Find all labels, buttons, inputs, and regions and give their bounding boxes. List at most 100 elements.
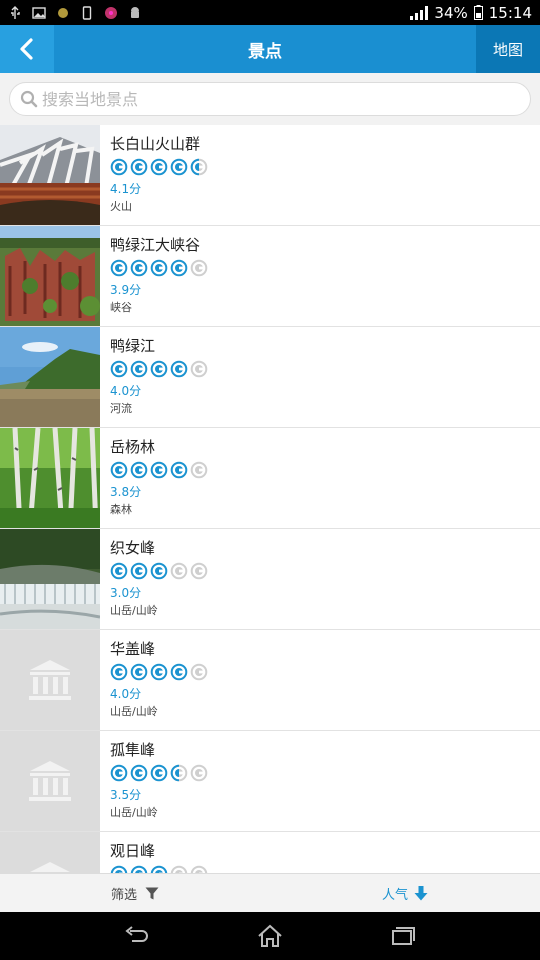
back-icon[interactable] bbox=[124, 926, 150, 946]
spot-rating bbox=[110, 461, 208, 480]
rating-empty-icon bbox=[190, 764, 208, 782]
notification-dot-icon bbox=[58, 7, 68, 18]
spot-category: 山岳/山岭 bbox=[110, 604, 158, 617]
rating-full-icon bbox=[110, 663, 128, 681]
funnel-icon bbox=[145, 887, 159, 899]
rating-full-icon bbox=[130, 360, 148, 378]
rating-full-icon bbox=[130, 562, 148, 580]
spot-list-item[interactable]: 孤隼峰 3.5分 山岳/山岭 bbox=[0, 731, 540, 832]
spot-score: 3.5分 bbox=[110, 788, 142, 802]
battery-icon bbox=[473, 5, 483, 20]
spot-score: 3.8分 bbox=[110, 485, 142, 499]
rating-full-icon bbox=[130, 663, 148, 681]
spot-thumbnail bbox=[0, 630, 100, 730]
spot-category: 山岳/山岭 bbox=[110, 705, 158, 718]
spot-info: 长白山火山群 4.1分 火山 bbox=[100, 125, 208, 225]
rating-full-icon bbox=[150, 360, 168, 378]
search-bar bbox=[0, 73, 540, 125]
spot-info: 鸭绿江 4.0分 河流 bbox=[100, 327, 208, 427]
spot-info: 鸭绿江大峡谷 3.9分 峡谷 bbox=[100, 226, 208, 326]
spot-list: 长白山火山群 4.1分 火山 鸭绿江大峡谷 3.9分 峡谷 鸭绿江 4.0分 河… bbox=[0, 125, 540, 873]
spot-rating bbox=[110, 158, 208, 177]
spot-score: 4.0分 bbox=[110, 384, 142, 398]
spot-thumbnail bbox=[0, 832, 100, 873]
battery-percent: 34% bbox=[434, 3, 468, 22]
system-nav-bar bbox=[0, 912, 540, 960]
signal-icon bbox=[410, 5, 429, 20]
spot-category: 山岳/山岭 bbox=[110, 806, 158, 819]
rating-empty-icon bbox=[190, 259, 208, 277]
spot-list-item[interactable]: 岳杨林 3.8分 森林 bbox=[0, 428, 540, 529]
spot-name: 观日峰 bbox=[110, 842, 156, 860]
rating-full-icon bbox=[110, 360, 128, 378]
back-button[interactable] bbox=[0, 25, 54, 73]
android-icon bbox=[131, 6, 139, 18]
map-button[interactable]: 地图 bbox=[476, 25, 540, 73]
search-input[interactable] bbox=[42, 89, 502, 109]
rating-full-icon bbox=[150, 158, 168, 176]
filter-button[interactable]: 筛选 bbox=[0, 884, 270, 903]
spot-category: 森林 bbox=[110, 503, 132, 516]
spot-list-item[interactable]: 鸭绿江大峡谷 3.9分 峡谷 bbox=[0, 226, 540, 327]
search-box[interactable] bbox=[9, 82, 531, 116]
rating-full-icon bbox=[110, 562, 128, 580]
spot-info: 孤隼峰 3.5分 山岳/山岭 bbox=[100, 731, 208, 831]
spot-rating bbox=[110, 360, 208, 379]
rating-empty-icon bbox=[170, 562, 188, 580]
rating-half-icon bbox=[170, 764, 188, 782]
spot-info: 织女峰 3.0分 山岳/山岭 bbox=[100, 529, 208, 629]
spot-rating bbox=[110, 865, 208, 873]
spot-score: 4.0分 bbox=[110, 687, 142, 701]
rating-full-icon bbox=[150, 259, 168, 277]
rating-full-icon bbox=[170, 360, 188, 378]
rating-full-icon bbox=[110, 764, 128, 782]
spot-list-item[interactable]: 观日峰 bbox=[0, 832, 540, 873]
status-bar: 34% 15:14 bbox=[0, 0, 540, 25]
sort-label: 人气 bbox=[381, 887, 408, 903]
spot-name: 鸭绿江 bbox=[110, 337, 156, 355]
spot-name: 鸭绿江大峡谷 bbox=[110, 236, 201, 254]
spot-list-item[interactable]: 鸭绿江 4.0分 河流 bbox=[0, 327, 540, 428]
image-icon bbox=[32, 6, 46, 19]
spot-list-item[interactable]: 华盖峰 4.0分 山岳/山岭 bbox=[0, 630, 540, 731]
rating-full-icon bbox=[130, 158, 148, 176]
spot-score: 3.0分 bbox=[110, 586, 142, 600]
spot-thumbnail bbox=[0, 529, 100, 629]
spot-list-item[interactable]: 织女峰 3.0分 山岳/山岭 bbox=[0, 529, 540, 630]
spot-thumbnail bbox=[0, 226, 100, 326]
rating-full-icon bbox=[110, 461, 128, 479]
rating-empty-icon bbox=[190, 865, 208, 873]
phone-icon bbox=[82, 5, 92, 20]
back-arrow-icon bbox=[20, 38, 33, 60]
app-header: 景点 地图 bbox=[0, 25, 540, 73]
spot-rating bbox=[110, 663, 208, 682]
rating-full-icon bbox=[170, 158, 188, 176]
rating-full-icon bbox=[170, 259, 188, 277]
rating-full-icon bbox=[110, 865, 128, 873]
spot-rating bbox=[110, 764, 208, 783]
spot-category: 河流 bbox=[110, 402, 132, 415]
home-icon[interactable] bbox=[257, 924, 283, 948]
rating-full-icon bbox=[130, 865, 148, 873]
spot-rating bbox=[110, 259, 208, 278]
filter-sort-bar: 筛选 人气 bbox=[0, 873, 540, 912]
spot-thumbnail bbox=[0, 428, 100, 528]
rating-empty-icon bbox=[190, 461, 208, 479]
rating-full-icon bbox=[150, 663, 168, 681]
spot-name: 长白山火山群 bbox=[110, 135, 201, 153]
rating-empty-icon bbox=[190, 663, 208, 681]
spot-category: 峡谷 bbox=[110, 301, 132, 314]
spot-score: 4.1分 bbox=[110, 182, 142, 196]
rating-full-icon bbox=[130, 259, 148, 277]
spot-info: 岳杨林 3.8分 森林 bbox=[100, 428, 208, 528]
spot-list-item[interactable]: 长白山火山群 4.1分 火山 bbox=[0, 125, 540, 226]
recent-apps-icon[interactable] bbox=[390, 926, 416, 946]
spot-info: 华盖峰 4.0分 山岳/山岭 bbox=[100, 630, 208, 730]
rating-full-icon bbox=[110, 259, 128, 277]
rating-empty-icon bbox=[170, 865, 188, 873]
spot-name: 岳杨林 bbox=[110, 438, 156, 456]
spot-name: 孤隼峰 bbox=[110, 741, 156, 759]
flower-icon bbox=[105, 6, 117, 19]
sort-button[interactable]: 人气 bbox=[270, 884, 540, 903]
rating-full-icon bbox=[170, 461, 188, 479]
